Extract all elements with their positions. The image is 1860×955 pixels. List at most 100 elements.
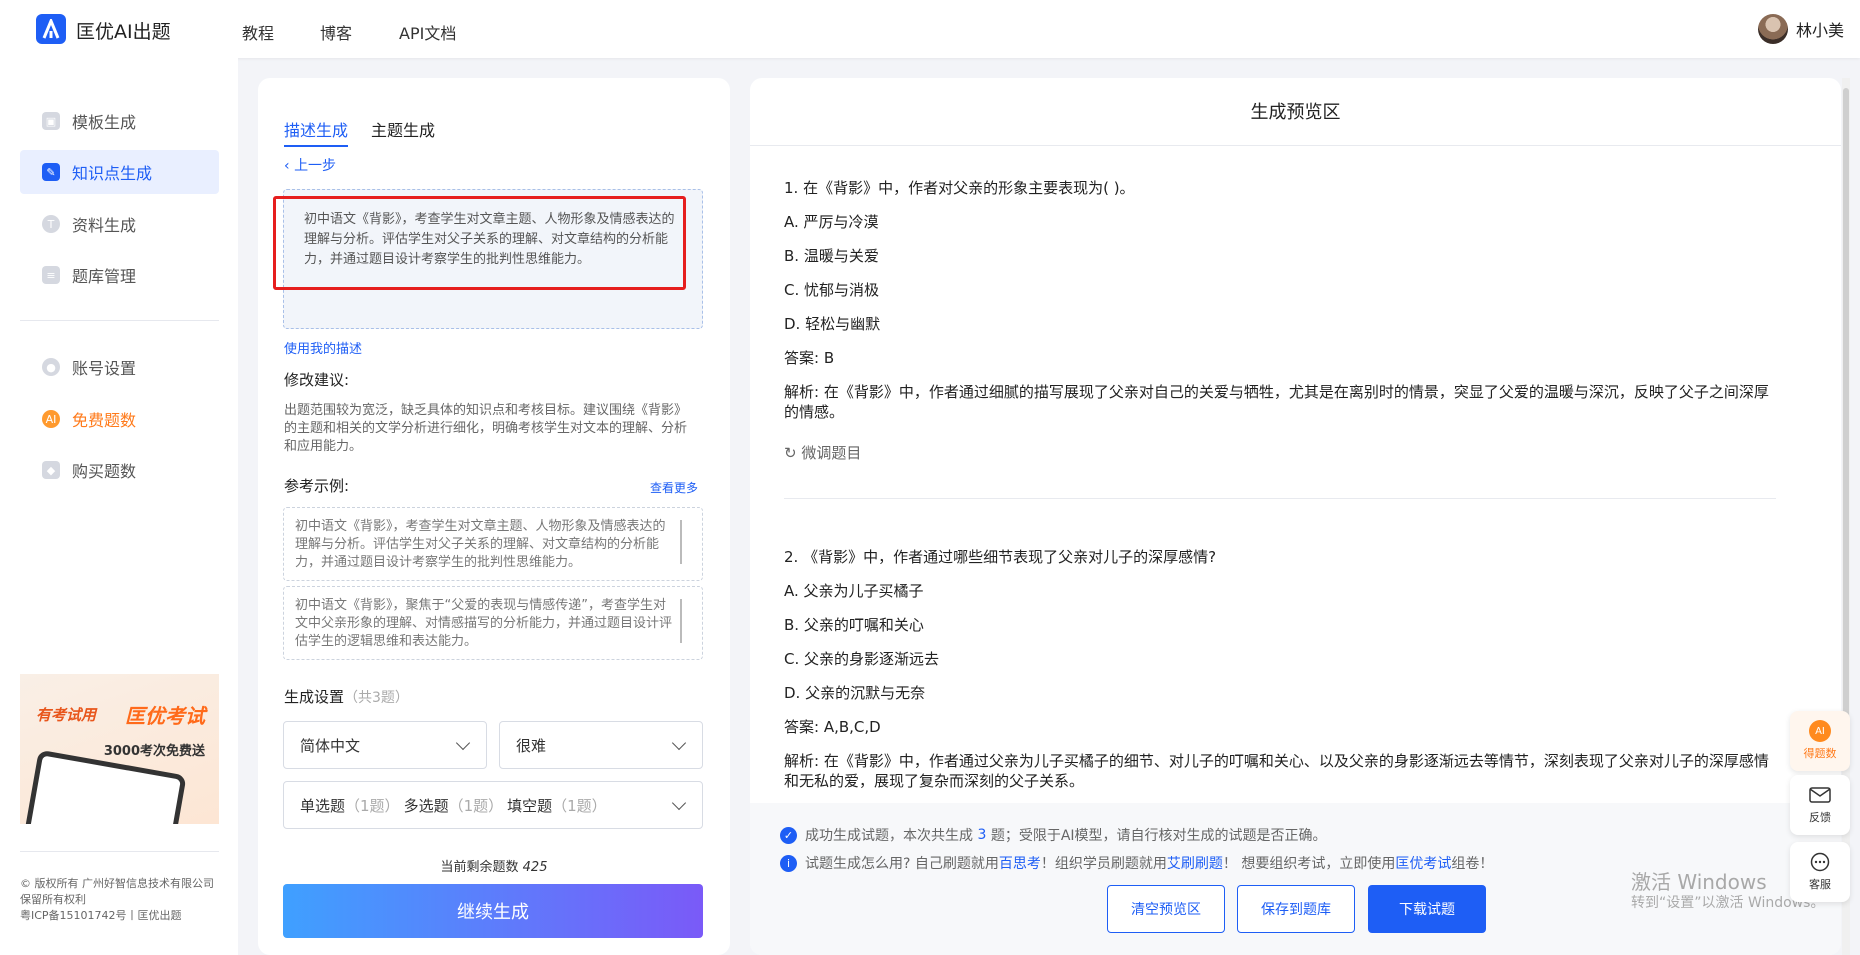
nav-api-docs[interactable]: API文档 xyxy=(399,20,456,44)
link-baisikao[interactable]: 百思考 xyxy=(999,853,1041,873)
remaining-label: 当前剩余题数 xyxy=(440,860,519,875)
library-icon: ≡ xyxy=(42,266,60,284)
sidebar-item-knowledge[interactable]: ✎ 知识点生成 xyxy=(20,150,219,194)
chevron-down-icon xyxy=(671,735,687,751)
see-more-link[interactable]: 查看更多 xyxy=(650,479,698,496)
promo-tag: 有考试用 xyxy=(36,706,97,724)
sidebar-item-free-quota[interactable]: AI 免费题数 xyxy=(20,397,219,441)
user-name[interactable]: 林小美 xyxy=(1796,17,1844,41)
sidebar-item-label: 购买题数 xyxy=(72,462,137,481)
sidebar-item-label: 资料生成 xyxy=(72,216,137,235)
chevron-down-icon xyxy=(671,795,687,811)
float-feedback-button[interactable]: 反馈 xyxy=(1790,775,1850,835)
promo-brand: 匡优考试 xyxy=(125,704,205,728)
sidebar-item-template[interactable]: ▣ 模板生成 xyxy=(20,99,219,143)
nav-blog[interactable]: 博客 xyxy=(320,20,352,44)
notice-text: ！组织学员刷题就用 xyxy=(1040,856,1167,872)
template-icon: ▣ xyxy=(42,112,60,130)
question-option: A. 父亲为儿子买橘子 xyxy=(784,582,924,600)
nav-tutorial[interactable]: 教程 xyxy=(242,20,274,44)
generated-count: 3 xyxy=(977,827,987,843)
question-option: D. 轻松与幽默 xyxy=(784,315,881,333)
sidebar-item-label: 题库管理 xyxy=(72,267,137,286)
promo-banner[interactable]: 有考试用 匡优考试 3000考次免费送 xyxy=(20,674,219,824)
mail-icon xyxy=(1808,785,1832,805)
float-quota-button[interactable]: AI 得题数 xyxy=(1790,711,1850,771)
success-notice: ✓ 成功生成试题，本次共生成 3 题；受限于AI模型，请自行核对生成的试题是否正… xyxy=(780,825,1327,845)
brand-logo-icon[interactable] xyxy=(36,14,66,44)
sidebar-item-account[interactable]: ● 账号设置 xyxy=(20,345,219,389)
usage-notice: i 试题生成怎么用? 自己刷题就用 百思考 ！组织学员刷题就用 艾刷刷题！ 想要组织考… xyxy=(780,853,1493,873)
question-answer: 答案: A,B,C,D xyxy=(784,718,881,736)
chevron-left-icon: ‹ xyxy=(284,158,295,174)
notice-text: ！ 想要组织考试，立即使用 xyxy=(1222,856,1396,872)
tablet-image xyxy=(23,749,187,824)
avatar[interactable] xyxy=(1757,14,1788,44)
diamond-icon: ◆ xyxy=(42,461,60,479)
notice-text: 题；受限于AI模型，请自行核对生成的试题是否正确。 xyxy=(990,828,1327,844)
question-option: C. 忧郁与消极 xyxy=(784,281,880,299)
difficulty-value: 很难 xyxy=(516,736,547,755)
question-stem: 1. 在《背影》中，作者对父亲的形象主要表现为( )。 xyxy=(784,179,1135,197)
difficulty-select[interactable]: 很难 xyxy=(499,721,703,769)
download-questions-button[interactable]: 下载试题 xyxy=(1368,885,1486,933)
continue-generate-button[interactable]: 继续生成 xyxy=(283,884,703,938)
question-option: C. 父亲的身影逐渐远去 xyxy=(784,650,940,668)
question-stem: 2. 《背影》中，作者通过哪些细节表现了父亲对儿子的深厚感情? xyxy=(784,548,1217,566)
footer-line: 保留所有权利 xyxy=(20,893,86,906)
suggestion-title: 修改建议: xyxy=(284,371,350,389)
sidebar-item-library[interactable]: ≡ 题库管理 xyxy=(20,253,219,297)
notice-text: 成功生成试题，本次共生成 xyxy=(805,828,973,844)
text-icon: T xyxy=(42,215,60,233)
user-icon: ● xyxy=(42,358,60,376)
check-icon: ✓ xyxy=(780,826,797,844)
pen-icon: ✎ xyxy=(42,163,60,181)
suggestion-text: 出题范围较为宽泛，缺乏具体的知识点和考核目标。建议围绕《背影》的主题和相关的文学… xyxy=(284,403,688,454)
question-explanation: 解析: 在《背影》中，作者通过父亲为儿子买橘子的细节、对儿子的叮嘱和关心、以及父… xyxy=(784,752,1769,790)
tune-label: 微调题目 xyxy=(801,444,862,462)
sidebar-item-buy-quota[interactable]: ◆ 购买题数 xyxy=(20,448,219,492)
question-type-select[interactable]: 单选题 （1题） 多选题 （1题） 填空题 （1题） xyxy=(283,781,703,829)
remaining-value: 425 xyxy=(522,860,548,875)
float-support-button[interactable]: 客服 xyxy=(1790,842,1850,902)
tab-topic[interactable]: 主题生成 xyxy=(371,117,435,141)
sidebar-divider xyxy=(20,320,219,321)
question-divider xyxy=(784,498,1776,499)
ai-icon: AI xyxy=(42,410,60,428)
brand-name[interactable]: 匡优AI出题 xyxy=(76,17,171,44)
info-icon: i xyxy=(780,854,797,872)
language-value: 简体中文 xyxy=(300,736,361,755)
copyright-footer: © 版权所有 广州好智信息技术有限公司 保留所有权利 粤ICP备15101742… xyxy=(20,876,220,924)
footer-line[interactable]: 粤ICP备15101742号丨匡优出题 xyxy=(20,908,220,924)
type-count: （1题） xyxy=(448,796,504,815)
back-link[interactable]: ‹ 上一步 xyxy=(284,155,336,175)
scrollbar-thumb[interactable] xyxy=(1843,88,1849,768)
clear-preview-button[interactable]: 清空预览区 xyxy=(1107,885,1225,933)
use-my-description-link[interactable]: 使用我的描述 xyxy=(284,338,362,357)
question-explanation: 解析: 在《背影》中，作者通过细腻的描写展现了父亲对自己的关爱与牺牲，尤其是在离… xyxy=(784,383,1769,421)
save-to-library-button[interactable]: 保存到题库 xyxy=(1237,885,1355,933)
notice-text: 试题生成怎么用? 自己刷题就用 xyxy=(805,856,999,872)
user-menu[interactable]: 林小美 xyxy=(1757,14,1844,44)
sidebar-item-material[interactable]: T 资料生成 xyxy=(20,202,219,246)
example-item[interactable]: 初中语文《背影》，考查学生对文章主题、人物形象及情感表达的理解与分析。评估学生对… xyxy=(283,507,703,581)
language-select[interactable]: 简体中文 xyxy=(283,721,487,769)
question-option: B. 温暖与关爱 xyxy=(784,247,879,265)
tune-question-button[interactable]: ↻ 微调题目 xyxy=(784,442,861,463)
tab-description[interactable]: 描述生成 xyxy=(284,117,349,147)
sidebar-item-label: 免费题数 xyxy=(72,411,137,430)
link-kuangyou-exam[interactable]: 匡优考试 xyxy=(1395,853,1451,873)
settings-title: 生成设置（共3题） xyxy=(284,686,409,707)
remaining-quota: 当前剩余题数 425 xyxy=(284,856,704,875)
type-name: 多选题 xyxy=(403,796,449,815)
preview-title: 生成预览区 xyxy=(1250,102,1341,123)
question-option: A. 严厉与冷漠 xyxy=(784,213,879,231)
ai-badge-icon: AI xyxy=(1808,720,1832,742)
float-label: 客服 xyxy=(1809,878,1831,891)
windows-watermark: 激活 Windows xyxy=(1631,870,1767,894)
chevron-down-icon xyxy=(455,735,471,751)
link-aishuashuati[interactable]: 艾刷刷题 xyxy=(1167,853,1223,873)
type-count: （1题） xyxy=(345,796,400,815)
example-item[interactable]: 初中语文《背影》，聚焦于“父爱的表现与情感传递”，考查学生对文中父亲形象的理解、… xyxy=(283,586,703,660)
examples-title: 参考示例: xyxy=(284,477,350,495)
